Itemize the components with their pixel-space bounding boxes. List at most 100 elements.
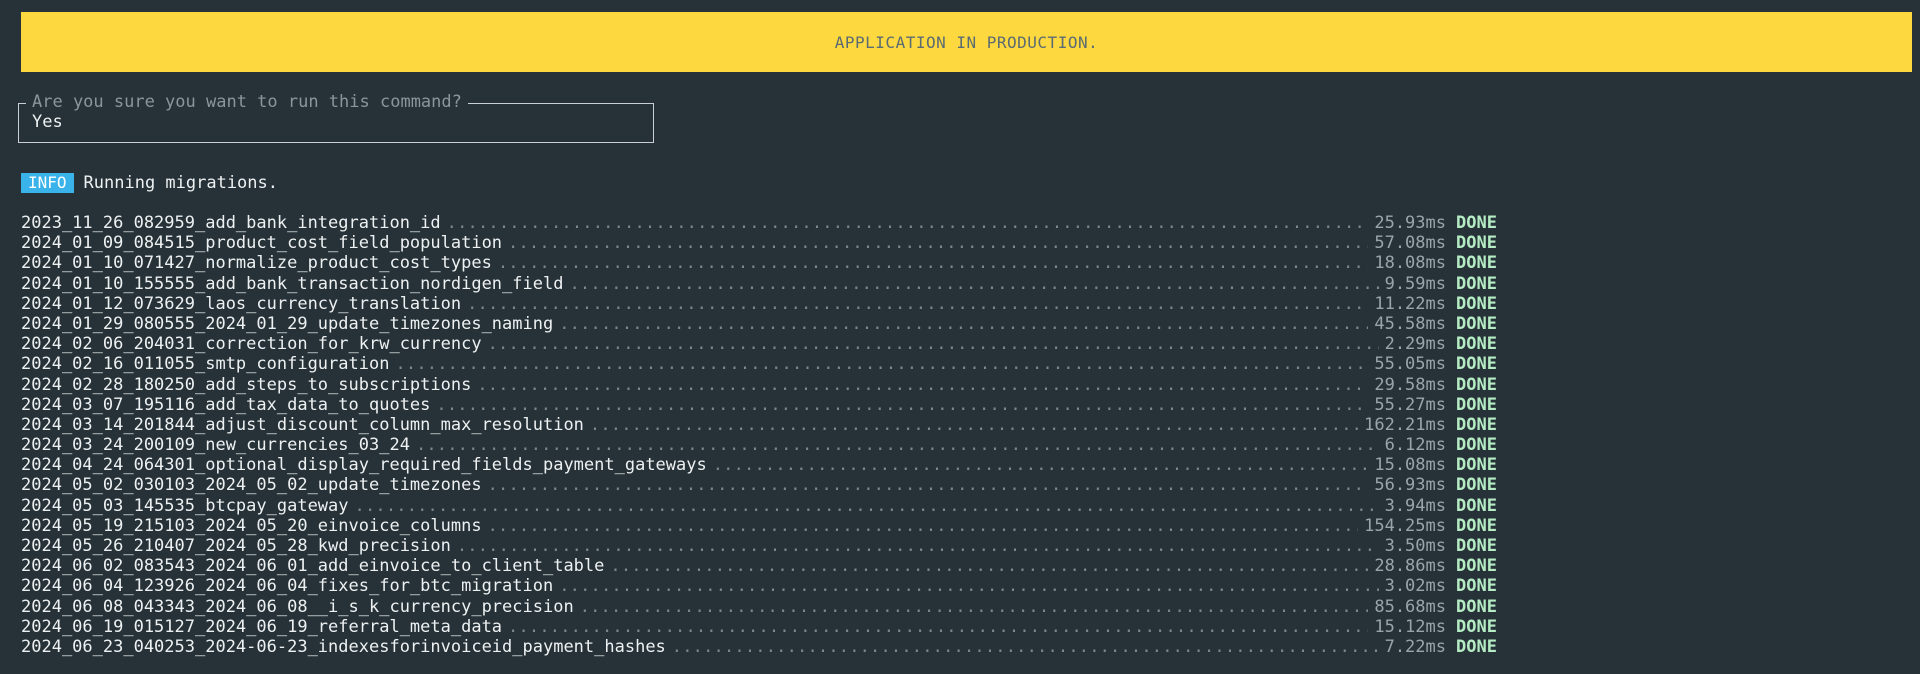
confirm-prompt[interactable]: Are you sure you want to run this comman… (18, 92, 654, 143)
dot-leader (590, 415, 1358, 435)
migration-time: 162.21ms (1364, 414, 1446, 435)
migration-time: 2.29ms (1384, 334, 1446, 355)
migration-name: 2024_01_10_155555_add_bank_transaction_n… (21, 273, 564, 294)
migration-row: 2024_02_06_204031_correction_for_krw_cur… (21, 334, 1497, 355)
prompt-answer: Yes (32, 112, 63, 132)
migration-name: 2024_05_02_030103_2024_05_02_update_time… (21, 475, 482, 496)
migration-status: DONE (1456, 536, 1497, 556)
dot-leader (569, 274, 1378, 294)
migration-name: 2024_06_08_043343_2024_06_08__i_s_k_curr… (21, 596, 574, 617)
dot-leader (477, 375, 1368, 395)
prompt-question: Are you sure you want to run this comman… (26, 92, 468, 112)
dot-leader (559, 576, 1378, 596)
dot-leader (436, 395, 1368, 415)
migration-status: DONE (1456, 293, 1497, 314)
migration-row: 2024_04_24_064301_optional_display_requi… (21, 455, 1497, 476)
migration-row: 2024_06_02_083543_2024_06_01_add_einvoic… (21, 556, 1497, 577)
dot-leader (580, 597, 1369, 617)
migration-row: 2024_01_12_073629_laos_currency_translat… (21, 293, 1497, 314)
dot-leader (395, 354, 1368, 374)
migration-row: 2024_06_08_043343_2024_06_08__i_s_k_curr… (21, 596, 1497, 617)
migration-status: DONE (1456, 636, 1497, 657)
migration-time: 154.25ms (1364, 515, 1446, 536)
migration-name: 2024_05_03_145535_btcpay_gateway (21, 495, 349, 516)
migration-name: 2024_01_10_071427_normalize_product_cost… (21, 253, 492, 274)
banner-text: APPLICATION IN PRODUCTION. (834, 32, 1099, 52)
migration-status: DONE (1456, 313, 1497, 334)
migration-time: 11.22ms (1374, 293, 1446, 314)
migration-name: 2024_06_04_123926_2024_06_04_fixes_for_b… (21, 576, 554, 597)
migration-time: 55.05ms (1374, 354, 1446, 375)
migration-row: 2024_03_24_200109_new_currencies_03_24 6.… (21, 435, 1497, 456)
migration-status: DONE (1456, 576, 1497, 597)
migration-time: 29.58ms (1374, 374, 1446, 395)
migration-time: 45.58ms (1374, 313, 1446, 334)
migration-row: 2024_05_26_210407_2024_05_28_kwd_precisi… (21, 536, 1497, 556)
migration-name: 2024_06_19_015127_2024_06_19_referral_me… (21, 616, 503, 637)
migration-name: 2024_01_12_073629_laos_currency_translat… (21, 293, 462, 314)
migration-status: DONE (1456, 233, 1497, 254)
migration-name: 2024_03_24_200109_new_currencies_03_24 (21, 435, 410, 456)
dot-leader (610, 556, 1368, 576)
migration-status: DONE (1456, 596, 1497, 617)
info-badge: INFO (21, 173, 74, 193)
dot-leader (672, 637, 1379, 657)
migration-time: 85.68ms (1374, 596, 1446, 617)
dot-leader (355, 496, 1379, 516)
migration-name: 2024_02_06_204031_correction_for_krw_cur… (21, 334, 482, 355)
migration-row: 2023_11_26_082959_add_bank_integration_i… (21, 213, 1497, 233)
dot-leader (508, 233, 1368, 253)
migration-status: DONE (1456, 334, 1497, 355)
migration-time: 9.59ms (1384, 273, 1446, 294)
migration-row: 2024_05_03_145535_btcpay_gateway 3.94ms DO… (21, 495, 1497, 516)
migration-time: 25.93ms (1374, 213, 1446, 233)
dot-leader (498, 253, 1369, 273)
migration-row: 2024_01_10_071427_normalize_product_cost… (21, 253, 1497, 274)
migration-row: 2024_06_04_123926_2024_06_04_fixes_for_b… (21, 576, 1497, 597)
migration-status: DONE (1456, 495, 1497, 516)
migration-status: DONE (1456, 455, 1497, 476)
dot-leader (488, 475, 1369, 495)
migration-status: DONE (1456, 354, 1497, 375)
dot-leader (416, 435, 1379, 455)
dot-leader (457, 536, 1379, 556)
migration-row: 2024_06_19_015127_2024_06_19_referral_me… (21, 616, 1497, 637)
migration-row: 2024_06_23_040253_2024-06-23_indexesfori… (21, 636, 1497, 657)
migration-status: DONE (1456, 253, 1497, 274)
dot-leader (508, 617, 1368, 637)
migration-name: 2024_06_23_040253_2024-06-23_indexesfori… (21, 636, 666, 657)
dot-leader (447, 213, 1369, 233)
migration-time: 55.27ms (1374, 394, 1446, 415)
migration-name: 2024_02_28_180250_add_steps_to_subscript… (21, 374, 472, 395)
production-warning-banner: APPLICATION IN PRODUCTION. (21, 12, 1912, 72)
migration-status: DONE (1456, 213, 1497, 233)
migration-time: 15.12ms (1374, 616, 1446, 637)
migration-list: 2023_11_26_082959_add_bank_integration_i… (21, 213, 1497, 657)
migration-time: 18.08ms (1374, 253, 1446, 274)
migration-time: 7.22ms (1384, 636, 1446, 657)
migration-time: 56.93ms (1374, 475, 1446, 496)
migration-time: 3.50ms (1384, 536, 1446, 556)
migration-status: DONE (1456, 435, 1497, 456)
info-message: Running migrations. (83, 173, 278, 193)
migration-name: 2024_01_09_084515_product_cost_field_pop… (21, 233, 503, 254)
migration-time: 15.08ms (1374, 455, 1446, 476)
migration-row: 2024_02_28_180250_add_steps_to_subscript… (21, 374, 1497, 395)
dot-leader (713, 455, 1369, 475)
migration-name: 2024_02_16_011055_smtp_configuration (21, 354, 390, 375)
migration-name: 2024_04_24_064301_optional_display_requi… (21, 455, 707, 476)
migration-row: 2024_02_16_011055_smtp_configuration 55.0… (21, 354, 1497, 375)
migration-name: 2024_03_14_201844_adjust_discount_column… (21, 414, 584, 435)
migration-time: 28.86ms (1374, 556, 1446, 577)
migration-status: DONE (1456, 515, 1497, 536)
migration-row: 2024_01_09_084515_product_cost_field_pop… (21, 233, 1497, 254)
migration-status: DONE (1456, 556, 1497, 577)
migration-status: DONE (1456, 374, 1497, 395)
migration-row: 2024_03_14_201844_adjust_discount_column… (21, 414, 1497, 435)
dot-leader (488, 516, 1359, 536)
info-line: INFO Running migrations. (21, 173, 278, 193)
migration-name: 2024_06_02_083543_2024_06_01_add_einvoic… (21, 556, 605, 577)
migration-row: 2024_01_29_080555_2024_01_29_update_time… (21, 313, 1497, 334)
migration-status: DONE (1456, 273, 1497, 294)
migration-time: 3.94ms (1384, 495, 1446, 516)
